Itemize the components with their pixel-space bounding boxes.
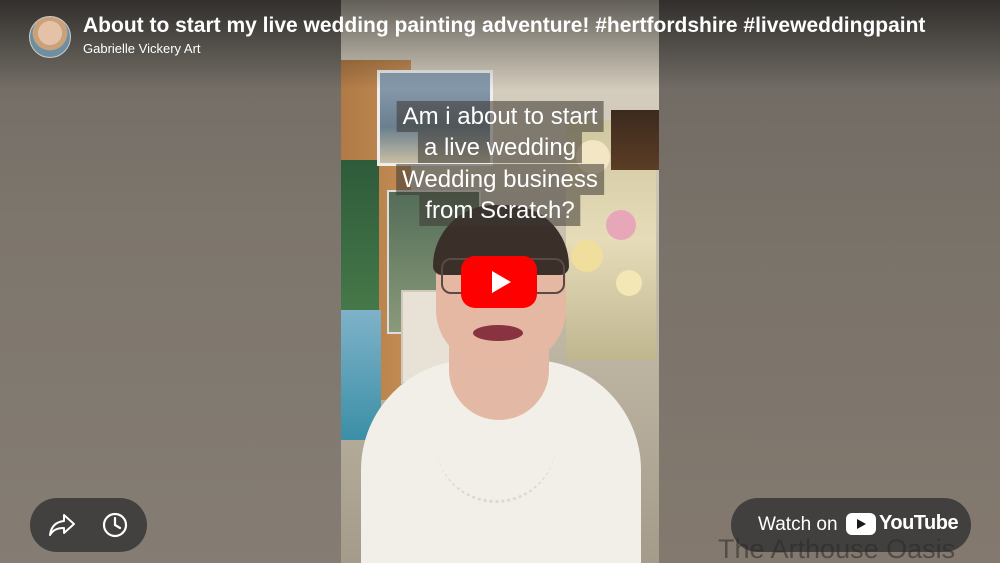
youtube-play-icon (491, 271, 511, 293)
play-button[interactable] (461, 256, 537, 308)
watch-on-label: Watch on (758, 514, 838, 535)
rose (571, 240, 603, 272)
caption-line-3: Wedding business (396, 164, 604, 195)
youtube-logo-icon (846, 513, 876, 535)
action-pill (30, 498, 147, 552)
caption-line-2: a live wedding (417, 132, 583, 163)
caption-line-4: from Scratch? (419, 195, 581, 226)
caption-line-1: Am i about to start (396, 101, 604, 132)
clock-icon[interactable] (102, 512, 128, 538)
channel-name[interactable]: Gabrielle Vickery Art (83, 41, 201, 56)
youtube-wordmark: YouTube (879, 512, 959, 534)
rose (616, 270, 642, 296)
video-title[interactable]: About to start my live wedding painting … (83, 14, 973, 38)
painting-forest (341, 160, 379, 320)
channel-avatar[interactable] (29, 16, 71, 58)
video-player[interactable]: Am i about to start a live wedding Weddi… (0, 0, 1000, 563)
mouth (473, 325, 523, 341)
painting-dark-still-life (611, 110, 659, 170)
watermark-text: The Arthouse Oasis (718, 534, 956, 563)
rose (606, 210, 636, 240)
share-arrow-icon[interactable] (48, 512, 76, 538)
